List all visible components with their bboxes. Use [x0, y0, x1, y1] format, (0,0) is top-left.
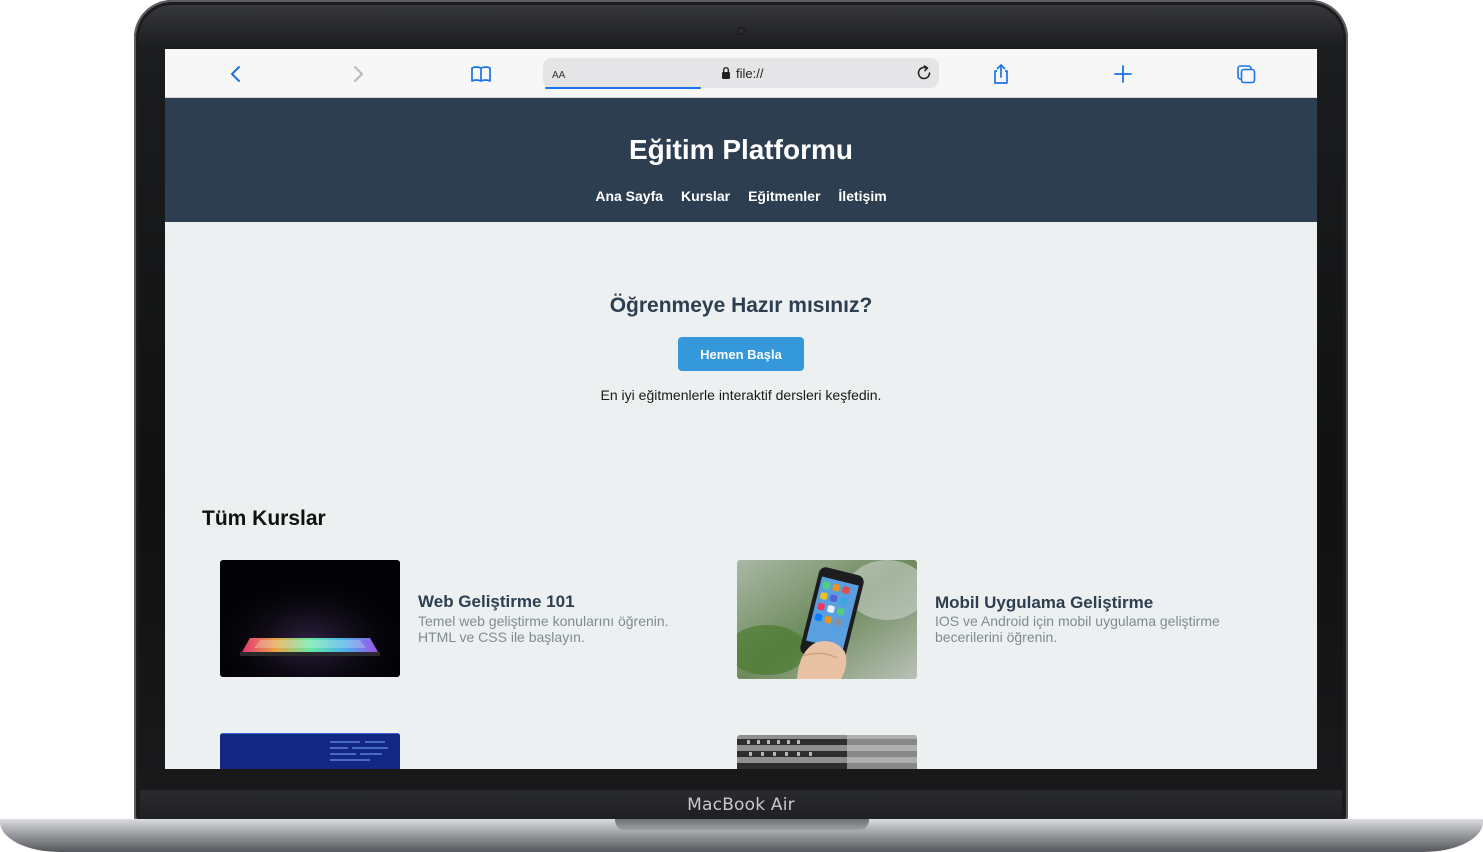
hero-subtitle: En iyi eğitmenlerle interaktif dersleri …	[600, 387, 882, 403]
laptop-notch	[615, 819, 869, 830]
share-icon[interactable]	[988, 61, 1014, 87]
bookmarks-icon[interactable]	[468, 61, 494, 87]
text-size-button[interactable]: AA	[552, 67, 565, 81]
site-nav: Ana Sayfa Kurslar Eğitmenler İletişim	[165, 188, 1317, 204]
forward-icon[interactable]	[345, 61, 371, 87]
course-description: Temel web geliştirme konularını öğrenin.…	[418, 613, 669, 645]
page-load-progress	[545, 87, 701, 89]
screen: AA file:// Eğitim Platformu Ana Sayfa Ku…	[165, 49, 1317, 769]
browser-toolbar: AA file://	[165, 49, 1317, 98]
course-image-server[interactable]	[737, 735, 917, 769]
device-label: MacBook Air	[140, 790, 1342, 822]
course-image-laptop[interactable]	[220, 560, 400, 677]
tabs-icon[interactable]	[1233, 61, 1259, 87]
address-bar[interactable]: AA file://	[543, 58, 939, 89]
reload-icon[interactable]	[914, 63, 934, 83]
course-image-phone[interactable]	[737, 560, 917, 679]
new-tab-icon[interactable]	[1110, 61, 1136, 87]
get-started-button[interactable]: Hemen Başla	[678, 337, 804, 371]
nav-link-contact[interactable]: İletişim	[838, 188, 886, 204]
course-description: IOS ve Android için mobil uygulama geliş…	[935, 613, 1220, 645]
back-icon[interactable]	[223, 61, 249, 87]
hero-title: Öğrenmeye Hazır mısınız?	[609, 294, 873, 317]
webcam-icon	[737, 27, 745, 35]
nav-link-courses[interactable]: Kurslar	[681, 188, 730, 204]
site-header: Eğitim Platformu Ana Sayfa Kurslar Eğitm…	[165, 98, 1317, 222]
nav-link-home[interactable]: Ana Sayfa	[595, 188, 663, 204]
course-title[interactable]: Mobil Uygulama Geliştirme	[935, 593, 1153, 613]
lock-icon	[722, 67, 730, 79]
site-title: Eğitim Platformu	[628, 134, 853, 165]
course-title[interactable]: Web Geliştirme 101	[418, 592, 575, 612]
address-url[interactable]: file://	[736, 66, 763, 81]
courses-heading: Tüm Kurslar	[202, 507, 326, 530]
course-image-code[interactable]	[220, 733, 400, 769]
nav-link-instructors[interactable]: Eğitmenler	[748, 188, 820, 204]
